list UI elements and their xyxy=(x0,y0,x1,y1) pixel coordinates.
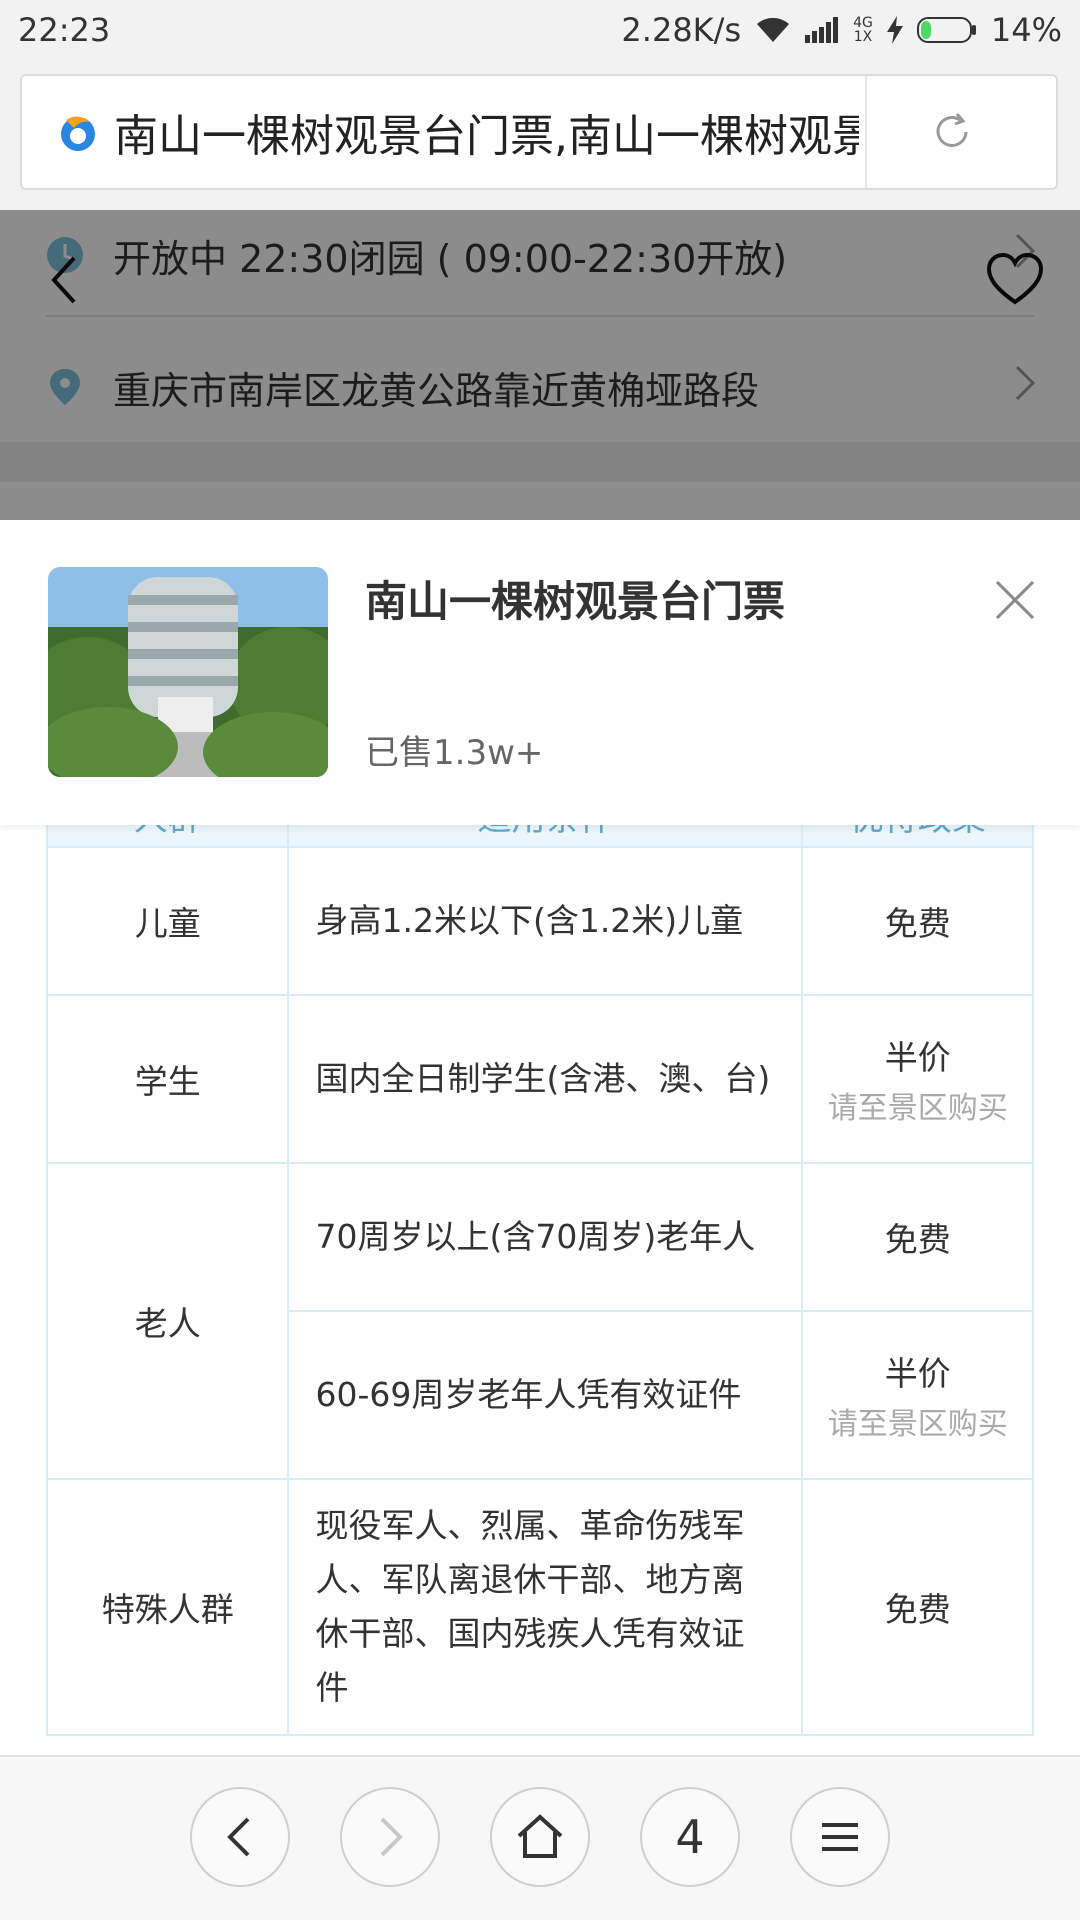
browser-bottom-bar: 4 xyxy=(0,1755,1080,1920)
home-button[interactable] xyxy=(490,1787,590,1887)
network-type: 4G 1X xyxy=(853,16,873,44)
battery-percent: 14% xyxy=(990,11,1062,49)
table-row: 儿童 身高1.2米以下(含1.2米)儿童 免费 xyxy=(45,846,1034,996)
site-logo-icon xyxy=(56,110,100,154)
back-icon xyxy=(227,1817,250,1857)
forward-icon xyxy=(380,1817,403,1857)
policy-text: 半价 xyxy=(884,1354,951,1393)
status-bar: 22:23 2.28K/s 4G 1X 14% xyxy=(0,0,1080,60)
policy-note: 请至景区购买 xyxy=(827,1091,1008,1126)
product-thumbnail xyxy=(48,567,328,777)
close-icon[interactable] xyxy=(985,570,1045,630)
url-text[interactable]: 南山一棵树观景台门票,南山一棵树观景台门票 xyxy=(114,100,859,164)
condition-cell: 现役军人、烈属、革命伤残军人、军队离退休干部、地方离休干部、国内残疾人凭有效证件 xyxy=(287,1478,804,1736)
policy-cell: 半价 请至景区购买 xyxy=(801,1310,1034,1480)
net-speed: 2.28K/s xyxy=(621,11,742,49)
tabs-count: 4 xyxy=(675,1810,705,1864)
policy-cell: 免费 xyxy=(801,1162,1034,1312)
browser-toolbar: 南山一棵树观景台门票,南山一棵树观景台门票 xyxy=(0,60,1080,210)
policy-cell: 免费 xyxy=(801,1478,1034,1736)
condition-cell: 60-69周岁老年人凭有效证件 xyxy=(287,1310,804,1480)
group-cell: 儿童 xyxy=(45,846,290,996)
table-row: 老人 70周岁以上(含70周岁)老年人 免费 xyxy=(45,1162,1034,1480)
policy-note: 请至景区购买 xyxy=(827,1407,1008,1442)
sheet-header: 南山一棵树观景台门票 已售1.3w+ xyxy=(0,520,1080,825)
screen: 22:23 2.28K/s 4G 1X 14% 南山一棵树观景台门票,南山一棵树… xyxy=(0,0,1080,1920)
table-row: 学生 国内全日制学生(含港、澳、台) 半价 请至景区购买 xyxy=(45,994,1034,1164)
address-bar[interactable]: 南山一棵树观景台门票,南山一棵树观景台门票 xyxy=(20,74,1058,190)
signal-icon xyxy=(805,17,839,43)
group-cell: 老人 xyxy=(45,1162,290,1480)
condition-cell: 国内全日制学生(含港、澳、台) xyxy=(287,994,804,1164)
policy-text: 半价 xyxy=(884,1038,951,1077)
status-time: 22:23 xyxy=(18,11,111,49)
group-cell: 学生 xyxy=(45,994,290,1164)
discount-policy-table: 人群 适用条件 优待政策 儿童 身高1.2米以下(含1.2米)儿童 免费 学生 … xyxy=(45,782,1034,1736)
policy-text: 免费 xyxy=(884,904,951,943)
network-type-bottom: 1X xyxy=(853,29,873,45)
sold-count: 已售1.3w+ xyxy=(365,733,544,773)
tabs-button[interactable]: 4 xyxy=(640,1787,740,1887)
home-icon xyxy=(517,1814,563,1858)
refresh-button[interactable] xyxy=(867,76,1037,188)
condition-cell: 70周岁以上(含70周岁)老年人 xyxy=(287,1162,804,1312)
policy-cell: 免费 xyxy=(801,846,1034,996)
refresh-icon xyxy=(936,113,968,147)
policy-cell: 半价 请至景区购买 xyxy=(801,994,1034,1164)
menu-icon xyxy=(822,1823,858,1851)
network-type-top: 4G xyxy=(853,15,873,31)
battery-icon xyxy=(916,16,977,44)
condition-cell: 身高1.2米以下(含1.2米)儿童 xyxy=(287,846,804,996)
policy-text: 免费 xyxy=(884,1220,951,1259)
group-cell: 特殊人群 xyxy=(45,1478,290,1736)
wifi-icon xyxy=(755,16,791,44)
policy-text: 免费 xyxy=(884,1590,951,1629)
charging-bolt-icon xyxy=(886,16,903,44)
ticket-sheet: 南山一棵树观景台门票 已售1.3w+ 人群 适用条件 优待政策 儿童 身高1.2… xyxy=(0,520,1080,1755)
product-title: 南山一棵树观景台门票 xyxy=(365,577,786,626)
status-indicators: 2.28K/s 4G 1X 14% xyxy=(621,11,1062,49)
table-row: 特殊人群 现役军人、烈属、革命伤残军人、军队离退休干部、地方离休干部、国内残疾人… xyxy=(45,1478,1034,1736)
dim-overlay[interactable] xyxy=(0,210,1080,520)
back-button[interactable] xyxy=(190,1787,290,1887)
menu-button[interactable] xyxy=(790,1787,890,1887)
forward-button[interactable] xyxy=(340,1787,440,1887)
